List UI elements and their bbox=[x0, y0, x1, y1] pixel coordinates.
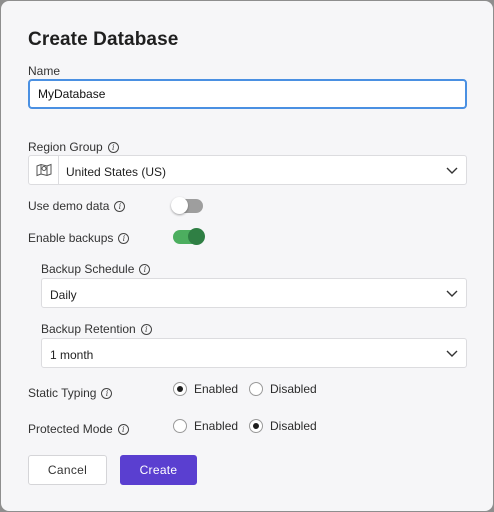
backup-retention-label: Backup Retention i bbox=[41, 322, 152, 336]
create-database-dialog: Create Database Name Region Group i Unit… bbox=[1, 1, 493, 511]
radio-dot bbox=[173, 382, 187, 396]
enable-backups-label: Enable backups i bbox=[28, 231, 130, 245]
region-group-select[interactable]: United States (US) bbox=[28, 155, 467, 185]
radio-dot bbox=[249, 419, 263, 433]
dialog-title: Create Database bbox=[28, 29, 179, 50]
demo-data-label: Use demo data i bbox=[28, 199, 126, 213]
region-group-value: United States (US) bbox=[66, 165, 167, 179]
info-icon[interactable]: i bbox=[140, 323, 152, 335]
backup-schedule-label: Backup Schedule i bbox=[41, 262, 151, 276]
chevron-down-icon bbox=[446, 350, 458, 357]
info-icon[interactable]: i bbox=[139, 263, 151, 275]
region-group-label: Region Group i bbox=[28, 140, 119, 154]
backup-retention-select[interactable]: 1 month bbox=[41, 338, 467, 368]
cancel-button[interactable]: Cancel bbox=[28, 455, 107, 485]
protected-mode-label: Protected Mode i bbox=[28, 422, 129, 436]
backup-schedule-value: Daily bbox=[50, 288, 77, 302]
backup-schedule-select[interactable]: Daily bbox=[41, 278, 467, 308]
protected-mode-disabled-radio[interactable]: Disabled bbox=[249, 419, 317, 433]
name-label: Name bbox=[28, 64, 61, 78]
info-icon[interactable]: i bbox=[117, 423, 129, 435]
create-button[interactable]: Create bbox=[120, 455, 197, 485]
info-icon[interactable]: i bbox=[107, 141, 119, 153]
name-input[interactable] bbox=[28, 79, 467, 109]
protected-mode-enabled-radio[interactable]: Enabled bbox=[173, 419, 238, 433]
radio-dot bbox=[173, 419, 187, 433]
chevron-down-icon bbox=[446, 167, 458, 174]
enable-backups-toggle[interactable] bbox=[173, 228, 205, 245]
static-typing-disabled-radio[interactable]: Disabled bbox=[249, 382, 317, 396]
toggle-knob bbox=[171, 197, 188, 214]
backup-retention-value: 1 month bbox=[50, 348, 94, 362]
info-icon[interactable]: i bbox=[118, 232, 130, 244]
static-typing-enabled-radio[interactable]: Enabled bbox=[173, 382, 238, 396]
radio-dot bbox=[249, 382, 263, 396]
chevron-down-icon bbox=[446, 290, 458, 297]
static-typing-label: Static Typing i bbox=[28, 386, 113, 400]
info-icon[interactable]: i bbox=[101, 387, 113, 399]
map-icon bbox=[29, 156, 59, 184]
demo-data-toggle[interactable] bbox=[171, 197, 203, 214]
toggle-knob bbox=[188, 228, 205, 245]
info-icon[interactable]: i bbox=[114, 200, 126, 212]
